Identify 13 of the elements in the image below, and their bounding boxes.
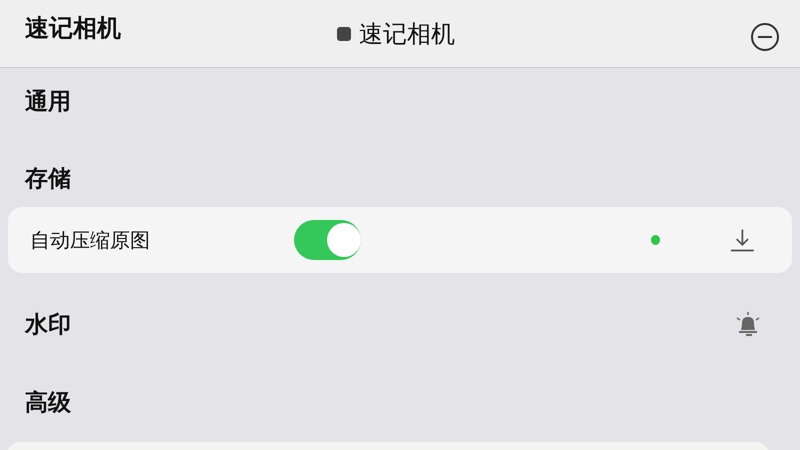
minus-circle-icon[interactable] [750,22,780,52]
section-label[interactable]: 高级 [25,386,71,418]
square-icon [337,26,351,40]
section-label[interactable]: 水印 [25,308,71,340]
bell-icon[interactable] [734,310,762,338]
setting-label: 自动压缩原图 [30,226,151,254]
toggle-switch[interactable] [294,220,361,260]
window-title: 速记相机 [359,18,455,50]
screen-title: 速记相机 [25,12,122,44]
section-label[interactable]: 存储 [25,162,71,194]
download-icon[interactable] [730,227,755,253]
status-dot [650,235,660,245]
section-label[interactable]: 通用 [25,86,71,117]
